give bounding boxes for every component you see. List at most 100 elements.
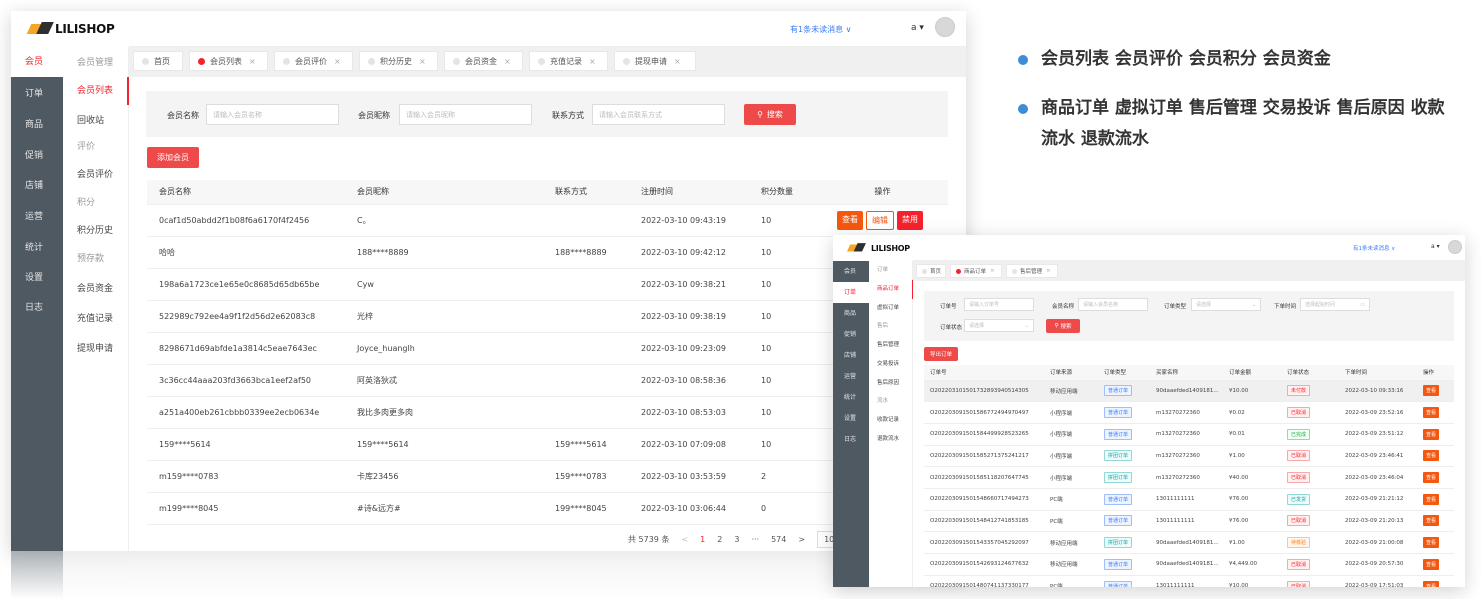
nav-operation[interactable]: 运营 [833,366,869,387]
view-button[interactable]: 查看 [1423,472,1440,484]
nav-statistics[interactable]: 统计 [833,387,869,408]
view-button[interactable]: 查看 [1423,493,1440,505]
member-name-cell: a251a400eb261cbbb0339ee2ecb0634e [147,396,345,429]
sub-item-aftersale-manage[interactable]: 售后管理 [869,336,913,355]
tab-member-funds[interactable]: 会员资金 × [444,51,523,71]
close-icon[interactable]: × [249,57,256,66]
close-icon[interactable]: × [674,57,681,66]
view-button[interactable]: 查看 [1423,515,1440,527]
export-order-button[interactable]: 导出订单 [924,347,958,361]
view-button[interactable]: 查看 [1423,450,1440,462]
view-button[interactable]: 查看 [837,210,863,230]
nav-logs[interactable]: 日志 [11,293,63,323]
sub-item-receipt[interactable]: 收款记录 [869,411,913,430]
window-reflection [11,551,966,599]
sub-item-virtual-order[interactable]: 虚拟订单 [869,299,913,318]
member-name-input[interactable]: 请输入会员名称 [206,104,339,125]
tab-home[interactable]: 首页 [916,264,946,278]
edit-button[interactable]: 编辑 [866,210,894,230]
add-member-button[interactable]: 添加会员 [147,147,199,168]
table-row: a251a400eb261cbbb0339ee2ecb0634e 我比多肉更多肉 2… [147,396,948,429]
sub-item-goods-order[interactable]: 商品订单 [869,280,913,299]
sub-item-aftersale-reason[interactable]: 售后原因 [869,374,913,393]
user-menu[interactable]: a ▾ [911,23,924,33]
user-menu[interactable]: a ▾ [1431,243,1440,250]
sub-item-refund-flow[interactable]: 退款流水 [869,430,913,449]
sub-item-points-history[interactable]: 积分历史 [63,217,129,245]
close-icon[interactable]: × [990,268,995,274]
tab-label: 提现申请 [635,56,667,66]
view-button[interactable]: 查看 [1423,428,1440,440]
sub-item-member-list[interactable]: 会员列表 [63,77,129,105]
tab-aftersale[interactable]: 售后管理 × [1006,264,1058,278]
nav-goods[interactable]: 商品 [833,303,869,324]
disable-button[interactable]: 禁用 [897,210,923,230]
nav-member[interactable]: 会员 [11,47,63,77]
search-button[interactable]: ⚲ 搜索 [1046,319,1080,333]
order-type-cell: 普通订单 [1098,423,1150,446]
view-button[interactable]: 查看 [1423,580,1440,587]
sub-item-member-review[interactable]: 会员评价 [63,161,129,189]
order-type-cell: 普通订单 [1098,401,1150,424]
order-type-placeholder: 请选择 [1196,302,1212,308]
col-order-time: 下单时间 [1339,365,1417,381]
view-button[interactable]: 查看 [1423,407,1440,419]
nav-goods[interactable]: 商品 [11,110,63,140]
page-3[interactable]: 3 [734,535,739,544]
order-type-select[interactable]: 请选择 ⌄ [1191,298,1261,311]
tab-goods-order[interactable]: 商品订单 × [950,264,1002,278]
unread-message-link[interactable]: 有1条未读消息 ∨ [1353,244,1395,252]
sub-item-recharge[interactable]: 充值记录 [63,305,129,333]
order-type-badge: 普通订单 [1104,428,1133,440]
nav-member[interactable]: 会员 [833,261,869,282]
page-2[interactable]: 2 [717,535,722,544]
tab-member-review[interactable]: 会员评价 × [274,51,353,71]
close-icon[interactable]: × [504,57,511,66]
page-ellipsis[interactable]: ··· [751,535,759,544]
nav-store[interactable]: 店铺 [833,345,869,366]
nav-logs[interactable]: 日志 [833,429,869,450]
order-status-select[interactable]: 请选择 ⌄ [964,319,1034,332]
nav-store[interactable]: 店铺 [11,171,63,201]
order-type-badge: 拼团订单 [1104,450,1133,462]
close-icon[interactable]: × [419,57,426,66]
order-time-picker[interactable]: 选择起始时间 ▭ [1300,298,1370,311]
nav-order[interactable]: 订单 [11,79,63,109]
avatar[interactable] [1448,240,1462,254]
nav-promotion[interactable]: 促销 [11,141,63,171]
page-1[interactable]: 1 [700,535,705,544]
prev-page-button[interactable]: < [681,535,688,544]
order-no-input[interactable]: 请输入订单号 [964,298,1034,311]
nav-settings[interactable]: 设置 [11,263,63,293]
nav-statistics[interactable]: 统计 [11,233,63,263]
nav-settings[interactable]: 设置 [833,408,869,429]
tab-points-history[interactable]: 积分历史 × [359,51,438,71]
close-icon[interactable]: × [1046,268,1051,274]
contact-input[interactable]: 请输入会员联系方式 [592,104,725,125]
close-icon[interactable]: × [334,57,341,66]
search-button[interactable]: ⚲ 搜索 [744,104,796,125]
tab-recharge[interactable]: 充值记录 × [529,51,608,71]
nav-promotion[interactable]: 促销 [833,324,869,345]
member-nick-input[interactable]: 请输入会员昵称 [399,104,532,125]
tab-withdraw[interactable]: 提现申请 × [614,51,696,71]
next-page-button[interactable]: > [798,535,805,544]
view-button[interactable]: 查看 [1423,537,1440,549]
close-icon[interactable]: × [589,57,596,66]
sub-item-withdraw[interactable]: 提现申请 [63,335,129,363]
view-button[interactable]: 查看 [1423,558,1440,570]
page-574[interactable]: 574 [771,535,786,544]
sub-item-recycle[interactable]: 回收站 [63,107,129,135]
avatar[interactable] [935,17,955,37]
status-badge: 已发货 [1287,493,1311,505]
member-name-cell: 522989c792ee4a9f1f2d56d2e62083c8 [147,300,345,333]
member-name-input[interactable]: 请输入会员名称 [1078,298,1148,311]
unread-message-link[interactable]: 有1条未读消息 ∨ [790,24,852,35]
nav-order[interactable]: 订单 [833,282,869,303]
nav-operation[interactable]: 运营 [11,202,63,232]
sub-item-member-funds[interactable]: 会员资金 [63,275,129,303]
tab-home[interactable]: 首页 [133,51,183,71]
sub-item-complaint[interactable]: 交易投诉 [869,355,913,374]
view-button[interactable]: 查看 [1423,385,1440,397]
tab-member-list[interactable]: 会员列表 × [189,51,268,71]
